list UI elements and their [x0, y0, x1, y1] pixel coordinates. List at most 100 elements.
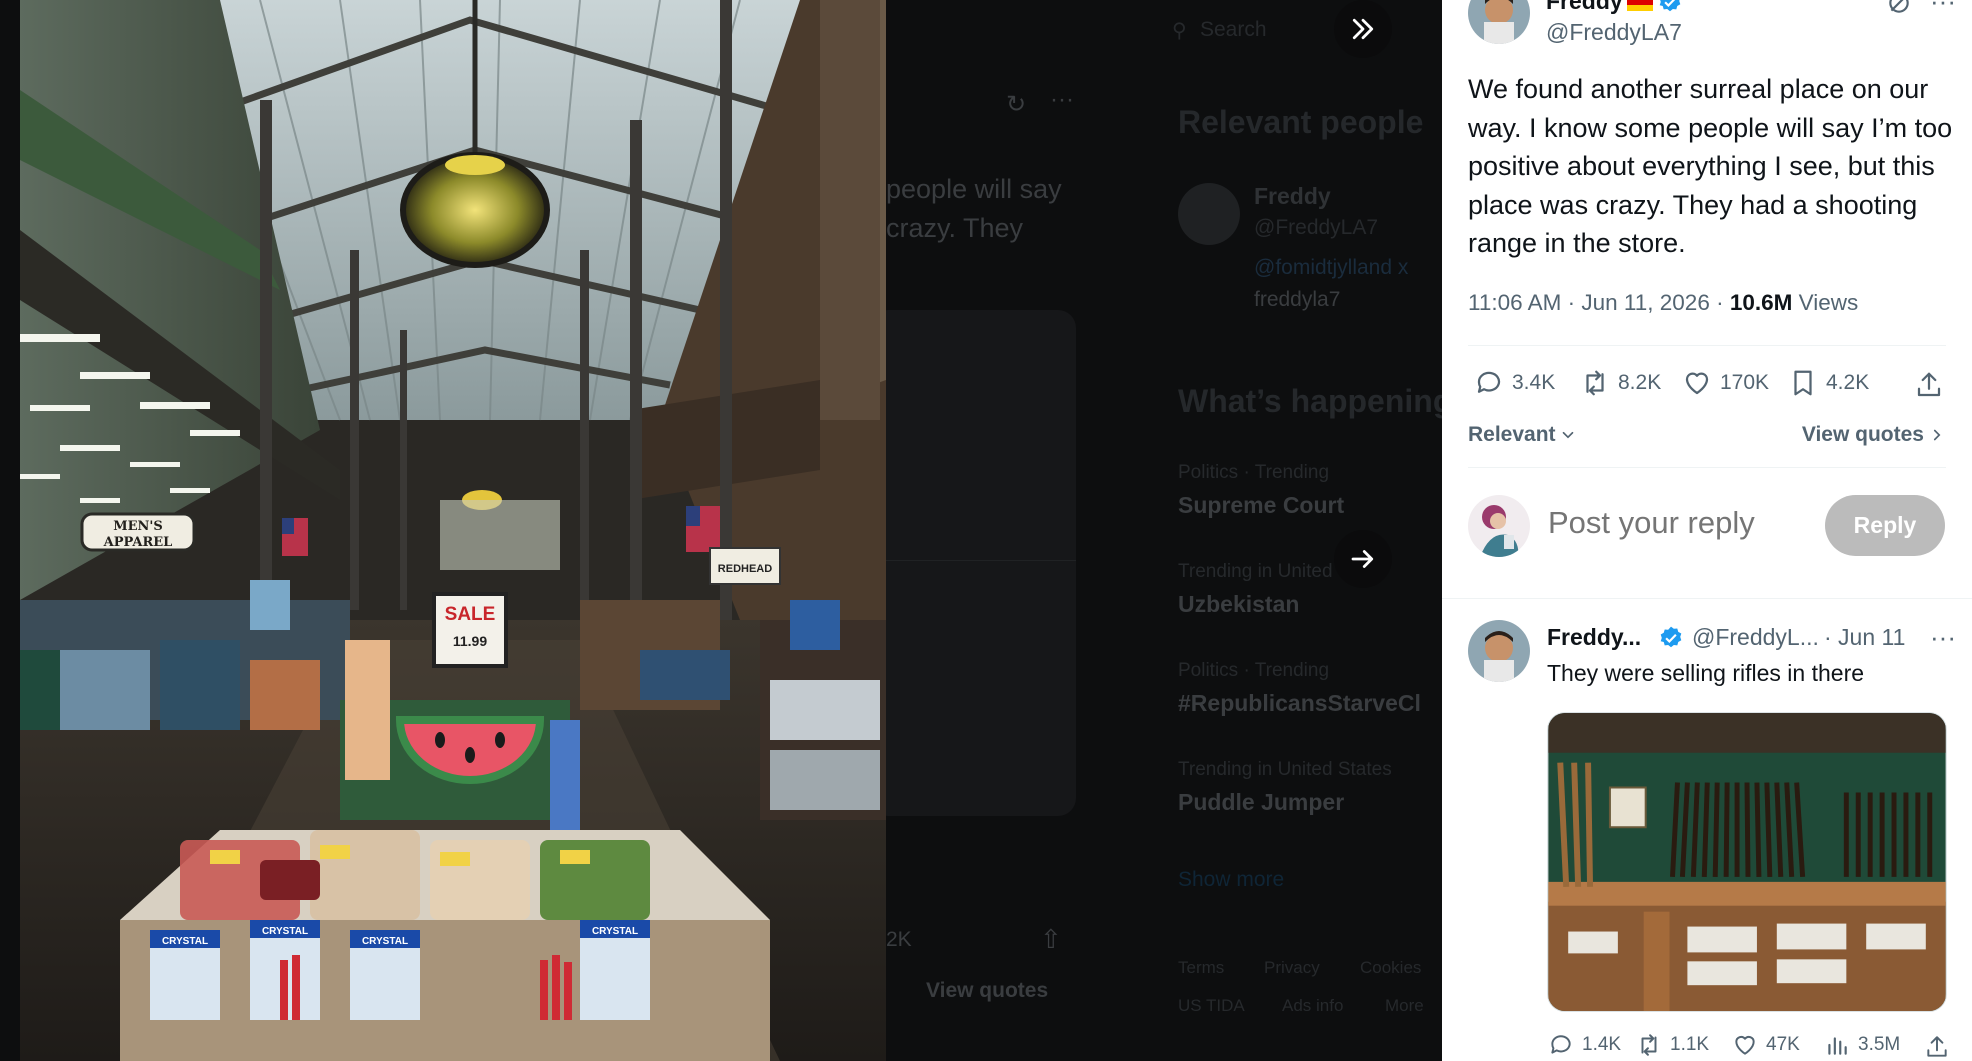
reply-button[interactable]: Reply: [1825, 495, 1945, 556]
background-trend-context-4: Trending in United States: [1178, 759, 1392, 780]
reply-author-handle[interactable]: @FreddyL...: [1692, 624, 1819, 651]
current-user-avatar[interactable]: [1468, 495, 1530, 557]
gun-counter-illustration: [1548, 713, 1946, 1011]
tweet-views-label: Views: [1792, 290, 1859, 315]
svg-text:SALE: SALE: [445, 604, 496, 625]
divider: [1468, 345, 1946, 346]
background-person-handle: @FreddyLA7: [1254, 216, 1379, 239]
reply-media-image[interactable]: [1547, 712, 1947, 1012]
background-footer-link-2: Privacy: [1264, 958, 1320, 977]
reply-input[interactable]: [1548, 505, 1848, 541]
reply-author-avatar[interactable]: [1468, 620, 1530, 682]
reply-sort-dropdown[interactable]: Relevant: [1468, 423, 1577, 447]
background-trend-title-1: Supreme Court: [1178, 492, 1345, 518]
views-chart-icon: [1828, 1037, 1847, 1055]
svg-text:REDHEAD: REDHEAD: [718, 563, 772, 575]
background-relevant-people-heading: Relevant people: [1178, 104, 1424, 140]
more-options-button[interactable]: ···: [1926, 0, 1960, 18]
reply-author-name[interactable]: Freddy...: [1547, 624, 1641, 651]
reply-views-action[interactable]: 3.5M: [1824, 1032, 1900, 1058]
tweet-meta: 11:06 AM · Jun 11, 2026 · 10.6M Views: [1468, 290, 1858, 316]
reply-icon: [1551, 1035, 1571, 1054]
background-person-bio-1: @fomidtjylland x: [1254, 256, 1409, 279]
arrow-right-icon: [1351, 550, 1374, 568]
background-footer-link-3: Cookies: [1360, 958, 1422, 977]
next-media-button[interactable]: [1334, 530, 1392, 588]
background-person-name: Freddy: [1254, 183, 1331, 209]
share-icon: [1927, 1036, 1947, 1057]
view-quotes-link[interactable]: View quotes: [1802, 423, 1946, 447]
background-search-placeholder: Search: [1200, 18, 1267, 41]
grok-icon: [1889, 0, 1909, 13]
bookmark-icon: [1794, 370, 1812, 396]
verified-badge-icon: [1659, 0, 1680, 11]
author-display-name[interactable]: Freddy: [1546, 0, 1623, 15]
divider: [1442, 598, 1972, 599]
retweet-count: 8.2K: [1618, 371, 1662, 394]
tweet-detail-panel: Freddy @FreddyLA7 ··· We found another s…: [1442, 0, 1972, 1061]
double-chevron-right-icon: [1352, 18, 1374, 40]
svg-text:CRYSTAL: CRYSTAL: [362, 936, 408, 947]
background-media-divider: [870, 560, 1076, 561]
background-trend-title-3: #RepublicansStarveCl: [1178, 690, 1421, 716]
collapse-panel-button[interactable]: [1334, 0, 1392, 58]
share-button[interactable]: [1912, 368, 1946, 402]
tweet-timestamp[interactable]: 11:06 AM · Jun 11, 2026 ·: [1468, 290, 1730, 315]
reply-like-action[interactable]: 47K: [1732, 1032, 1800, 1058]
tweet-views-count: 10.6M: [1729, 290, 1793, 315]
bookmark-action[interactable]: 4.2K: [1788, 368, 1869, 398]
svg-text:CRYSTAL: CRYSTAL: [592, 926, 638, 937]
reply-reply-action[interactable]: 1.4K: [1548, 1032, 1621, 1058]
retweet-icon: [1586, 370, 1604, 396]
background-footer-link-1: Terms: [1178, 958, 1225, 977]
verified-badge-icon: [1660, 626, 1682, 648]
reply-more-options-button[interactable]: ···: [1926, 620, 1960, 654]
background-grok-icon: ↻: [1006, 91, 1027, 118]
reply-sort-label: Relevant: [1468, 423, 1556, 446]
background-footer-link-5: Ads info: [1282, 996, 1344, 1015]
background-trend-context-1: Politics · Trending: [1178, 462, 1330, 483]
reply-date[interactable]: · Jun 11: [1824, 624, 1905, 651]
grok-button[interactable]: [1882, 0, 1916, 20]
author-avatar[interactable]: [1468, 0, 1530, 44]
background-media: [870, 310, 1076, 816]
svg-text:APPAREL: APPAREL: [103, 535, 173, 550]
like-action[interactable]: 170K: [1682, 368, 1769, 398]
reply-reply-count: 1.4K: [1582, 1034, 1622, 1055]
background-trend-context-3: Politics · Trending: [1178, 660, 1330, 681]
background-tweet-fragment-2: crazy. They: [886, 213, 1024, 243]
background-footer-link-4: US TIDA: [1178, 996, 1245, 1015]
background-more-icon: ···: [1050, 86, 1074, 113]
background-share-icon: ⇧: [1040, 924, 1062, 954]
heart-icon: [1685, 372, 1709, 395]
background-tweet-fragment-1: people will say: [886, 174, 1062, 204]
background-show-more: Show more: [1178, 868, 1285, 891]
author-name-row: Freddy: [1546, 0, 1683, 15]
reply-action[interactable]: 3.4K: [1474, 368, 1555, 398]
reply-share-button[interactable]: [1922, 1032, 1952, 1061]
author-handle[interactable]: @FreddyLA7: [1546, 19, 1682, 46]
mens-apparel-sign: MEN'S APPAREL: [80, 512, 196, 552]
background-person-avatar: [1178, 183, 1240, 245]
reply-views-count: 3.5M: [1858, 1034, 1901, 1055]
svg-text:CRYSTAL: CRYSTAL: [162, 936, 208, 947]
reply-retweet-action[interactable]: 1.1K: [1636, 1032, 1709, 1058]
more-horizontal-icon: ···: [1930, 621, 1956, 652]
background-trend-title-4: Puddle Jumper: [1178, 789, 1345, 815]
retweet-action[interactable]: 8.2K: [1580, 368, 1661, 398]
reply-count: 3.4K: [1512, 371, 1556, 394]
view-quotes-label: View quotes: [1801, 423, 1924, 446]
media-photo[interactable]: MEN'S APPAREL SALE 11.99 REDHEAD CRYSTAL…: [20, 0, 886, 1061]
bookmark-count: 4.2K: [1826, 371, 1870, 394]
background-person-bio-2: freddyla7: [1254, 288, 1341, 311]
background-search-icon: ⚲: [1172, 20, 1187, 42]
more-horizontal-icon: ···: [1930, 0, 1956, 16]
svg-text:CRYSTAL: CRYSTAL: [262, 926, 308, 937]
chevron-down-icon: [1562, 431, 1573, 439]
reply-like-count: 47K: [1766, 1034, 1800, 1055]
retweet-icon: [1641, 1034, 1657, 1056]
svg-text:11.99: 11.99: [453, 633, 487, 649]
reply-icon: [1477, 371, 1501, 393]
background-whats-happening-heading: What’s happening: [1178, 383, 1442, 419]
background-view-quotes: View quotes: [926, 979, 1049, 1002]
